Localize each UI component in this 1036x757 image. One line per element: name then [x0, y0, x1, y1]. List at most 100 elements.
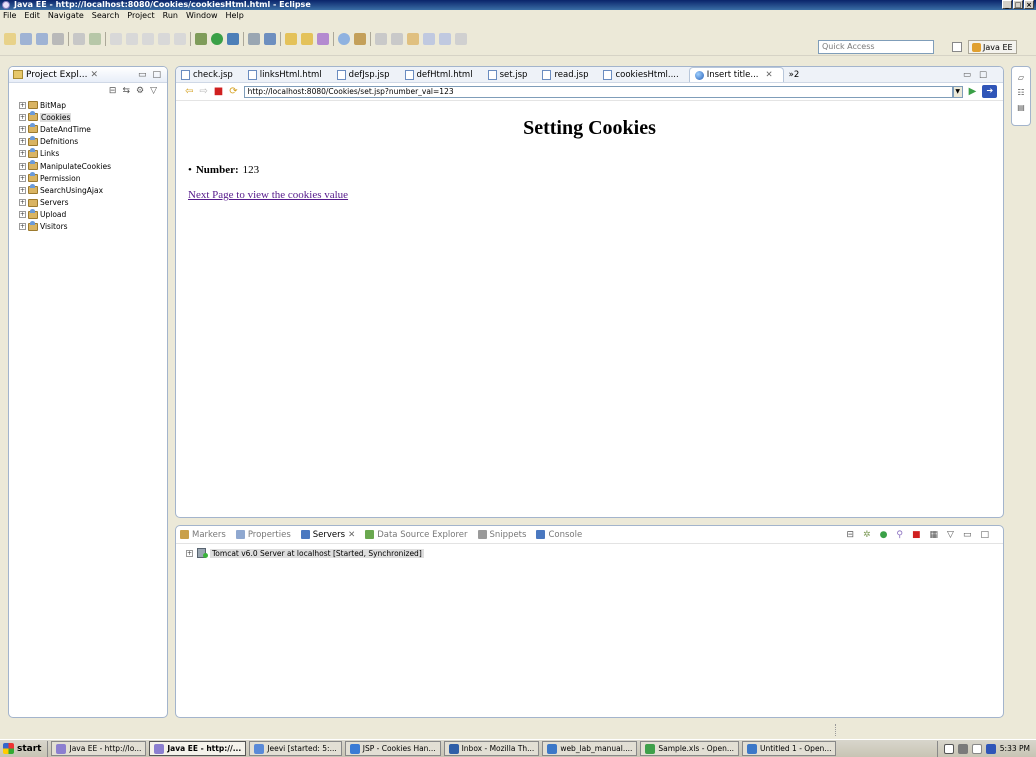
suspend-icon[interactable]	[174, 33, 186, 45]
open-perspective-icon[interactable]	[952, 42, 962, 52]
last-edit-icon[interactable]	[407, 33, 419, 45]
expand-icon[interactable]: +	[19, 223, 26, 231]
maximize-editor-icon[interactable]: □	[979, 70, 987, 80]
next-annotation-icon[interactable]	[375, 33, 387, 45]
menu-search[interactable]: Search	[92, 10, 119, 22]
save-icon[interactable]	[20, 33, 32, 45]
tab-markers[interactable]: Markers	[180, 530, 226, 540]
go-play-icon[interactable]: ▶	[969, 86, 977, 97]
start-button[interactable]: start	[0, 740, 49, 757]
project-tree-item[interactable]: + Servers	[19, 197, 167, 209]
step-into-icon[interactable]	[142, 33, 154, 45]
expand-icon[interactable]: +	[19, 113, 26, 121]
network-icon[interactable]	[957, 743, 968, 754]
menu-project[interactable]: Project	[127, 10, 154, 22]
tab-properties[interactable]: Properties	[235, 530, 291, 540]
tab-set-jsp[interactable]: set.jsp	[483, 67, 538, 82]
run-icon[interactable]	[211, 33, 223, 45]
maximize-view-icon[interactable]: □	[980, 530, 989, 540]
minimize-editor-icon[interactable]: ▭	[963, 70, 971, 80]
menu-file[interactable]: File	[3, 10, 16, 22]
view-menu-icon[interactable]: ▽	[150, 86, 157, 96]
back-icon[interactable]	[423, 33, 435, 45]
maximize-view-icon[interactable]: □	[152, 70, 161, 80]
quick-access-input[interactable]: Quick Access	[818, 40, 934, 54]
expand-icon[interactable]: +	[186, 549, 193, 557]
prev-annotation-icon[interactable]	[391, 33, 403, 45]
view-close-icon[interactable]: ✕	[90, 70, 98, 80]
save-all-icon[interactable]	[36, 33, 48, 45]
project-tree-item[interactable]: + BitMap	[19, 99, 167, 111]
pin-editor-icon[interactable]	[455, 33, 467, 45]
url-input[interactable]	[243, 85, 953, 98]
minimize-button[interactable]: _	[1002, 0, 1012, 9]
search-icon[interactable]	[354, 33, 366, 45]
browser-icon[interactable]	[338, 33, 350, 45]
tab-console[interactable]: Console	[536, 530, 582, 540]
open-folder-icon[interactable]	[285, 33, 297, 45]
close-tab-icon[interactable]: ✕	[348, 530, 355, 540]
refresh-icon[interactable]: ⟳	[229, 86, 237, 97]
expand-icon[interactable]: +	[19, 186, 26, 194]
brush-icon[interactable]	[317, 33, 329, 45]
collapse-all-icon[interactable]: ⊟	[109, 86, 117, 96]
close-window-button[interactable]: ×	[1024, 0, 1034, 9]
stop-icon[interactable]: ■	[214, 86, 223, 97]
server-tree-row[interactable]: + Tomcat v6.0 Server at localhost [Start…	[186, 548, 1003, 558]
next-page-link[interactable]: Next Page to view the cookies value	[188, 189, 348, 201]
tab-insert-title[interactable]: Insert title... ✕	[688, 67, 784, 82]
tab-linkshtml-html[interactable]: linksHtml.html	[243, 67, 332, 82]
tab-defjsp-jsp[interactable]: defJsp.jsp	[332, 67, 400, 82]
project-tree-item[interactable]: + SearchUsingAjax	[19, 184, 167, 196]
help-icon[interactable]	[943, 743, 954, 754]
project-tree-item[interactable]: + Cookies	[19, 111, 167, 123]
new-icon[interactable]	[4, 33, 16, 45]
tab-data-source-explorer[interactable]: Data Source Explorer	[365, 530, 468, 540]
outline-icon[interactable]: ☷	[1017, 88, 1024, 97]
new-web-project-icon[interactable]	[264, 33, 276, 45]
tab-overflow-button[interactable]: »2	[784, 67, 810, 82]
expand-icon[interactable]: +	[19, 211, 26, 219]
tray-app-icon[interactable]	[985, 743, 996, 754]
go-button[interactable]: ➔	[982, 85, 998, 98]
forward-icon[interactable]	[439, 33, 451, 45]
task-list-icon[interactable]: ▤	[1017, 103, 1025, 112]
forward-arrow-icon[interactable]: ⇨	[199, 86, 207, 97]
close-tab-icon[interactable]: ✕	[766, 70, 773, 80]
coverage-icon[interactable]	[227, 33, 239, 45]
resume-icon[interactable]	[158, 33, 170, 45]
project-tree-item[interactable]: + Permission	[19, 172, 167, 184]
back-arrow-icon[interactable]: ⇦	[185, 86, 193, 97]
filter-icon[interactable]: ⚙	[136, 86, 144, 96]
stop-server-icon[interactable]: ■	[912, 530, 921, 540]
expand-icon[interactable]: +	[19, 150, 26, 158]
minimize-view-icon[interactable]: ▭	[138, 70, 147, 80]
tab-snippets[interactable]: Snippets	[477, 530, 526, 540]
project-explorer-title[interactable]: Project Expl...	[26, 70, 87, 80]
taskbar-task[interactable]: Inbox - Mozilla Th...	[443, 741, 540, 756]
redo-icon[interactable]	[126, 33, 138, 45]
taskbar-task[interactable]: Jeevi [started: 5:...	[249, 741, 342, 756]
project-tree-item[interactable]: + ManipulateCookies	[19, 160, 167, 172]
collapse-icon[interactable]: ⊟	[846, 530, 854, 540]
skip-breakpoints-icon[interactable]	[73, 33, 85, 45]
menu-navigate[interactable]: Navigate	[48, 10, 84, 22]
new-server-icon[interactable]	[248, 33, 260, 45]
expand-icon[interactable]: +	[19, 101, 26, 109]
expand-icon[interactable]: +	[19, 199, 26, 207]
taskbar-task[interactable]: Untitled 1 - Open...	[741, 741, 837, 756]
restore-view-icon[interactable]: ▱	[1018, 73, 1024, 82]
project-tree-item[interactable]: + Upload	[19, 208, 167, 221]
tab-servers[interactable]: Servers ✕	[300, 530, 355, 540]
menu-window[interactable]: Window	[186, 10, 218, 22]
taskbar-task[interactable]: web_lab_manual....	[542, 741, 638, 756]
taskbar-task[interactable]: Sample.xls - Open...	[640, 741, 739, 756]
open-file-icon[interactable]	[301, 33, 313, 45]
menu-edit[interactable]: Edit	[24, 10, 40, 22]
menu-help[interactable]: Help	[226, 10, 244, 22]
expand-icon[interactable]: +	[19, 162, 26, 170]
print-icon[interactable]	[52, 33, 64, 45]
expand-icon[interactable]: +	[19, 174, 26, 182]
debug-server-icon[interactable]: ✲	[863, 530, 871, 540]
expand-icon[interactable]: +	[19, 125, 26, 133]
